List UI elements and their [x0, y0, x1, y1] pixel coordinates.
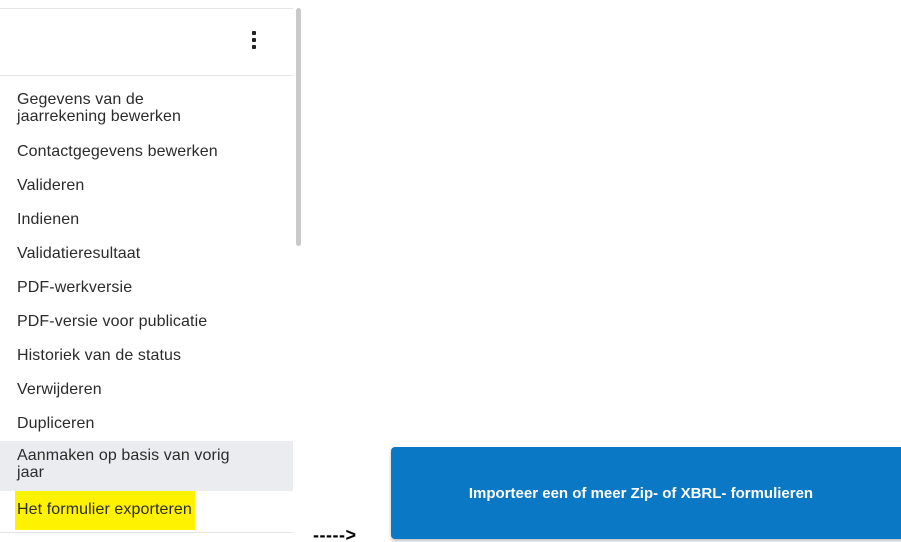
import-button-label: Importeer een of meer Zip- of XBRL- form… [468, 484, 814, 502]
menu-bottom-divider [0, 532, 293, 533]
menu-item-label: Het formulier exporteren [15, 491, 195, 530]
menu-item-create-from-previous-year[interactable]: Aanmaken op basis van vorig jaar [0, 441, 293, 491]
import-zip-xbrl-button[interactable]: Importeer een of meer Zip- of XBRL- form… [391, 447, 901, 539]
menu-item-pdf-working-version[interactable]: PDF-werkversie [0, 271, 293, 305]
scrollbar-thumb[interactable] [296, 8, 301, 246]
menu-item-label: Aanmaken op basis van vorig jaar [17, 447, 230, 481]
menu-item-label: Verwijderen [17, 381, 102, 398]
menu-item-label: Validatieresultaat [17, 245, 141, 262]
menu-item-label: Contactgegevens bewerken [17, 143, 218, 160]
menu-item-edit-contact-details[interactable]: Contactgegevens bewerken [0, 135, 293, 169]
menu-item-label: PDF-versie voor publicatie [17, 313, 208, 330]
menu-item-edit-annual-accounts[interactable]: Gegevens van de jaarrekening bewerken [0, 89, 204, 135]
menu-item-label: Historiek van de status [17, 347, 182, 364]
menu-item-validation-result[interactable]: Validatieresultaat [0, 237, 293, 271]
more-options-icon[interactable] [249, 31, 259, 55]
menu-item-pdf-publication-version[interactable]: PDF-versie voor publicatie [0, 305, 293, 339]
menu-item-label: PDF-werkversie [17, 279, 133, 296]
arrow-annotation: -----> [313, 525, 357, 542]
menu-item-duplicate[interactable]: Dupliceren [0, 407, 293, 441]
menu-item-label: Indienen [17, 211, 80, 228]
menu-header [0, 9, 293, 76]
menu-item-delete[interactable]: Verwijderen [0, 373, 293, 407]
actions-dropdown-menu: Gegevens van de jaarrekening bewerken Co… [0, 8, 293, 542]
screenshot-stage: Gegevens van de jaarrekening bewerken Co… [0, 0, 901, 542]
menu-item-label: Gegevens van de jaarrekening bewerken [17, 91, 181, 125]
menu-scrollbar[interactable] [294, 8, 303, 542]
menu-item-label: Valideren [17, 177, 85, 194]
menu-item-validate[interactable]: Valideren [0, 169, 293, 203]
menu-item-status-history[interactable]: Historiek van de status [0, 339, 293, 373]
menu-item-export-form[interactable]: Het formulier exporteren [0, 491, 293, 530]
menu-item-submit[interactable]: Indienen [0, 203, 293, 237]
menu-item-label: Dupliceren [17, 415, 95, 432]
menu-list: Gegevens van de jaarrekening bewerken Co… [0, 89, 293, 530]
